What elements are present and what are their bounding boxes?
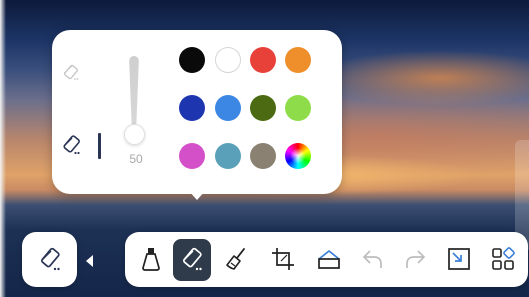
shape-tool-button[interactable] [311, 240, 347, 278]
small-eraser-option[interactable] [60, 62, 82, 84]
resize-icon [448, 248, 470, 270]
ink-tool-button[interactable] [133, 240, 169, 278]
redo-button[interactable] [397, 240, 433, 278]
eraser-icon [182, 247, 202, 271]
shape-icon [318, 250, 340, 269]
selected-size-indicator [98, 133, 101, 159]
popup-pointer [188, 190, 206, 200]
color-swatch-magenta[interactable] [179, 143, 205, 169]
color-swatch-black[interactable] [179, 47, 205, 73]
large-eraser-icon [63, 135, 80, 155]
crop-tool-button[interactable] [265, 240, 301, 278]
eraser-tool-button[interactable] [173, 239, 211, 281]
broom-icon [226, 248, 245, 270]
apps-icon [492, 247, 515, 270]
resize-button[interactable] [441, 240, 477, 278]
size-slider-thumb[interactable] [124, 124, 145, 145]
color-swatch-gray[interactable] [250, 143, 276, 169]
color-swatch-white[interactable] [215, 47, 241, 73]
small-eraser-icon [63, 64, 79, 80]
color-swatch-light-green[interactable] [285, 95, 311, 121]
color-swatch-custom[interactable] [285, 143, 311, 169]
large-eraser-option[interactable] [60, 134, 82, 156]
size-value-label: 50 [129, 152, 143, 166]
more-apps-button[interactable] [485, 240, 521, 278]
redo-icon [406, 250, 425, 268]
crop-icon [272, 248, 294, 270]
left-edge [0, 0, 6, 297]
color-swatch-red[interactable] [250, 47, 276, 73]
expand-toolbar-arrow[interactable] [86, 255, 93, 267]
color-swatch-teal[interactable] [215, 143, 241, 169]
color-swatch-blue[interactable] [215, 95, 241, 121]
ink-bottle-icon [142, 248, 160, 271]
undo-button[interactable] [355, 240, 391, 278]
undo-icon [363, 250, 382, 268]
color-swatch-dark-green[interactable] [250, 95, 276, 121]
eraser-icon [40, 247, 60, 270]
current-tool-button[interactable] [22, 232, 77, 287]
color-swatch-dark-blue[interactable] [179, 95, 205, 121]
color-swatch-orange[interactable] [285, 47, 311, 73]
bottom-toolbar [125, 232, 528, 287]
clear-tool-button[interactable] [219, 240, 255, 278]
